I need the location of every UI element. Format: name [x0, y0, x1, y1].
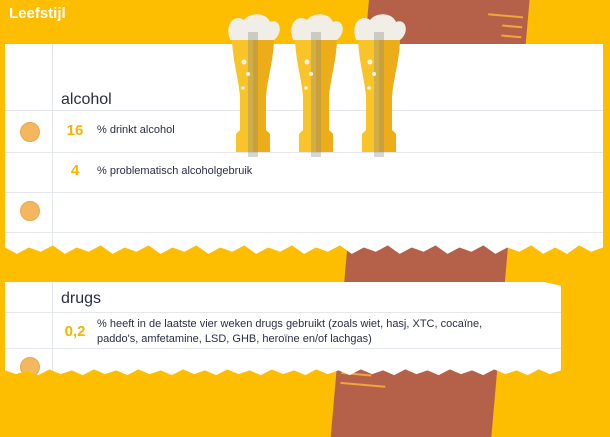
- drugs-title: drugs: [61, 290, 102, 307]
- grid-line: [5, 312, 561, 313]
- alcohol-title: alcohol: [61, 91, 112, 108]
- beer-glass-icon: [228, 14, 280, 157]
- grid-line: [5, 192, 603, 193]
- grid-line: [5, 232, 603, 233]
- grid-divider: [52, 44, 53, 254]
- bullet-dot: [20, 201, 40, 221]
- stat-value-drinks: 16: [66, 122, 84, 139]
- stat-label-drugs-line2: paddo's, amfetamine, LSD, GHB, heroïne e…: [97, 333, 372, 345]
- stat-value-drugs: 0,2: [64, 323, 86, 340]
- beer-glass-icon: [291, 14, 343, 157]
- stat-label-drugs-line1: % heeft in de laatste vier weken drugs g…: [97, 318, 483, 330]
- stat-value-problematic: 4: [70, 162, 80, 179]
- beer-glass-icon: [354, 14, 406, 157]
- stat-label-drinks: % drinkt alcohol: [97, 124, 175, 136]
- stat-label-drugs: % heeft in de laatste vier weken drugs g…: [97, 317, 557, 347]
- bullet-dot: [20, 122, 40, 142]
- stat-label-problematic: % problematisch alcoholgebruik: [97, 165, 253, 177]
- drugs-card: drugs 0,2 % heeft in de laatste vier wek…: [5, 282, 561, 376]
- beer-glasses-decoration: [228, 14, 406, 157]
- grid-line: [5, 348, 561, 349]
- page-title: Leefstijl: [9, 5, 66, 22]
- grid-divider: [52, 282, 53, 376]
